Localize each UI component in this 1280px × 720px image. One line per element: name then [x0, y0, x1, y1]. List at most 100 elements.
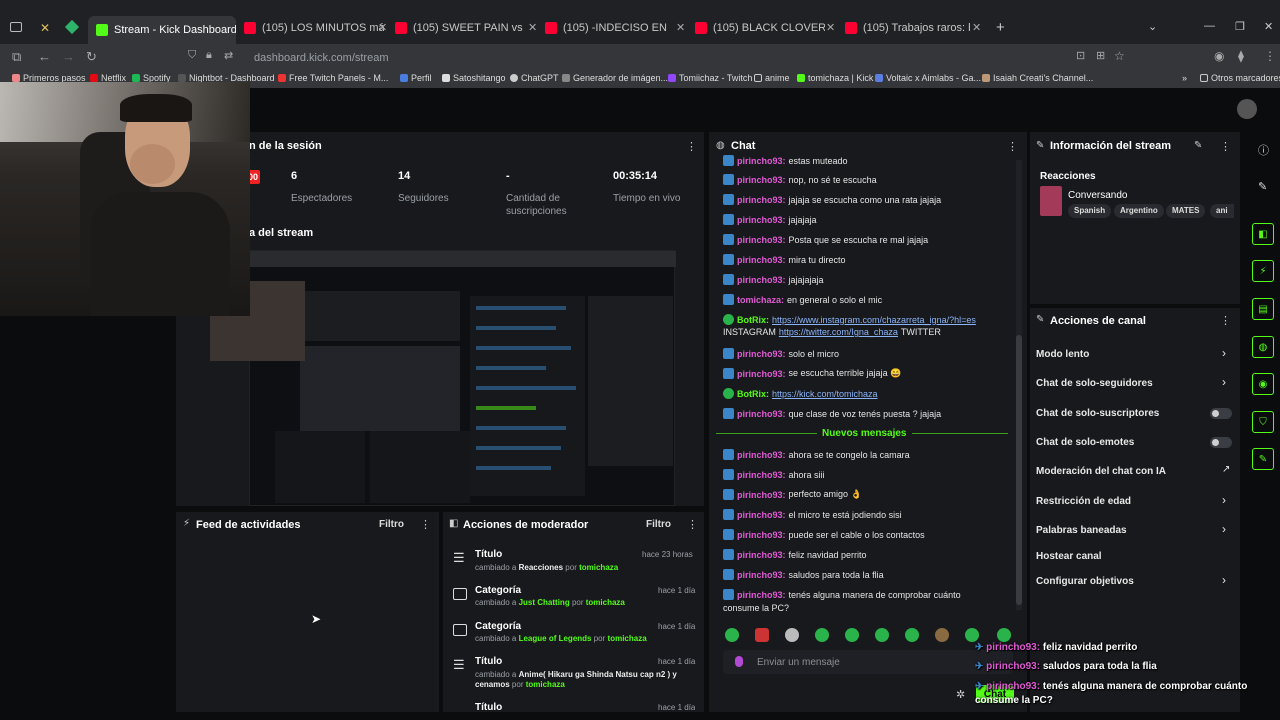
bookmark-item[interactable]: Isaiah Creati's Channel...: [982, 73, 1093, 83]
chat-username[interactable]: pirincho93:: [737, 490, 786, 500]
minimize-icon[interactable]: —: [1204, 20, 1215, 32]
chat-username[interactable]: pirincho93:: [737, 369, 786, 379]
tab-stream-kick[interactable]: Stream - Kick Dashboard ✕: [88, 16, 236, 44]
menu-dots-icon[interactable]: ⋮: [1264, 49, 1276, 63]
chat-icon[interactable]: ◍: [1252, 336, 1274, 358]
window-menu-icon[interactable]: [10, 22, 22, 32]
tag[interactable]: MATES: [1166, 204, 1206, 218]
chat-username[interactable]: pirincho93:: [737, 470, 786, 480]
more-options-icon[interactable]: ⋮: [687, 518, 698, 531]
tag[interactable]: Spanish: [1068, 204, 1112, 218]
chat-link[interactable]: https://twitter.com/Igna_chaza: [779, 327, 898, 337]
emote-icon[interactable]: [755, 628, 769, 642]
info-icon[interactable]: ⓘ: [1258, 142, 1269, 158]
action-subscribers-only[interactable]: Chat de solo-suscriptores: [1036, 408, 1159, 419]
bookmark-star-icon[interactable]: ☆: [1114, 49, 1125, 63]
emote-icon[interactable]: [997, 628, 1011, 642]
close-icon[interactable]: ✕: [972, 21, 981, 34]
more-options-icon[interactable]: ⋮: [1220, 140, 1231, 153]
screen-icon[interactable]: ◧: [1252, 223, 1274, 245]
external-link-icon[interactable]: ↗: [1222, 464, 1230, 475]
chat-link[interactable]: https://kick.com/tomichaza: [772, 389, 878, 399]
chevron-right-icon[interactable]: ›: [1222, 346, 1226, 360]
close-icon[interactable]: ✕: [378, 21, 387, 34]
chat-username[interactable]: pirincho93:: [737, 510, 786, 520]
tab-youtube-4[interactable]: (105) BLACK CLOVER S2 | Trailer: [695, 16, 825, 40]
emote-icon[interactable]: [845, 628, 859, 642]
chevron-right-icon[interactable]: ›: [1222, 375, 1226, 389]
stream-preview[interactable]: [210, 250, 676, 506]
more-options-icon[interactable]: ⋮: [1007, 140, 1018, 153]
chat-username[interactable]: pirincho93:: [737, 409, 786, 419]
chat-username[interactable]: pirincho93:: [737, 530, 786, 540]
document-icon[interactable]: ▤: [1252, 298, 1274, 320]
chat-username[interactable]: tomichaza:: [737, 295, 784, 305]
avatar[interactable]: [1237, 99, 1257, 119]
action-configure-goals[interactable]: Configurar objetivos: [1036, 576, 1134, 587]
action-emotes-only[interactable]: Chat de solo-emotes: [1036, 437, 1134, 448]
bookmark-item[interactable]: Satoshitango: [442, 73, 506, 83]
url-field[interactable]: dashboard.kick.com/stream: [254, 48, 954, 68]
bookmark-item[interactable]: Free Twitch Panels - M...: [278, 73, 388, 83]
shield-icon[interactable]: ⛉: [1252, 411, 1274, 433]
emote-icon[interactable]: [785, 628, 799, 642]
chat-input[interactable]: Enviar un mensaje: [723, 650, 1013, 674]
action-slow-mode[interactable]: Modo lento: [1036, 349, 1089, 360]
kick-ext-icon[interactable]: [64, 19, 80, 35]
reload-icon[interactable]: ↻: [86, 49, 97, 65]
activity-filter-button[interactable]: Filtro: [379, 519, 404, 530]
bookmark-item[interactable]: ChatGPT: [510, 73, 559, 83]
action-banned-words[interactable]: Palabras baneadas: [1036, 525, 1127, 536]
lock-icon[interactable]: 🔒︎: [206, 49, 212, 62]
bookmarks-overflow-icon[interactable]: »: [1182, 73, 1187, 83]
tab-youtube-5[interactable]: (105) Trabajos raros: buzo de ag: [845, 16, 970, 40]
emoji-icon[interactable]: [735, 656, 743, 667]
chevron-right-icon[interactable]: ›: [1222, 522, 1226, 536]
chevron-right-icon[interactable]: ›: [1222, 493, 1226, 507]
screenshot-icon[interactable]: ⊡: [1076, 49, 1085, 62]
chat-username[interactable]: pirincho93:: [737, 235, 786, 245]
bookmark-item[interactable]: Tomiichaz - Twitch: [668, 73, 752, 83]
more-options-icon[interactable]: ⋮: [686, 140, 697, 153]
emote-icon[interactable]: [935, 628, 949, 642]
chat-username[interactable]: pirincho93:: [737, 570, 786, 580]
action-ai-moderation[interactable]: Moderación del chat con IA: [1036, 466, 1166, 477]
tab-youtube-2[interactable]: (105) SWEET PAIN vs BELIC: [395, 16, 525, 40]
more-options-icon[interactable]: ⋮: [1220, 314, 1231, 327]
tab-youtube-3[interactable]: (105) -INDECISO EN LA BARBEF: [545, 16, 670, 40]
chat-username[interactable]: BotRix:: [737, 389, 769, 399]
back-icon[interactable]: ←: [38, 49, 51, 64]
emote-icon[interactable]: [815, 628, 829, 642]
bookmark-item[interactable]: anime: [754, 73, 790, 83]
bookmark-item[interactable]: tomichaza | Kick: [797, 73, 873, 83]
profile-icon[interactable]: ◉: [1214, 49, 1224, 63]
emote-icon[interactable]: [875, 628, 889, 642]
emote-icon[interactable]: [965, 628, 979, 642]
shield-icon[interactable]: ⛉: [188, 49, 196, 62]
chat-username[interactable]: pirincho93:: [737, 550, 786, 560]
chat-username[interactable]: pirincho93:: [737, 255, 786, 265]
mod-filter-button[interactable]: Filtro: [646, 519, 671, 530]
tab-youtube-1[interactable]: (105) LOS MINUTOS más ADICT: [244, 16, 384, 40]
tag[interactable]: Argentino: [1114, 204, 1164, 218]
tab-search-chevron-icon[interactable]: ⌄: [1148, 20, 1157, 33]
bolt-icon[interactable]: ⚡︎: [1252, 260, 1274, 282]
chat-username[interactable]: pirincho93:: [737, 156, 786, 166]
bookmark-item[interactable]: Voltaic x Aimlabs - Ga...: [875, 73, 981, 83]
subscribers-only-toggle[interactable]: [1210, 408, 1232, 419]
forward-icon[interactable]: →: [62, 49, 75, 64]
emotes-only-toggle[interactable]: [1210, 437, 1232, 448]
extension-icon[interactable]: ✕: [40, 21, 50, 35]
chevron-right-icon[interactable]: ›: [1222, 573, 1226, 587]
action-followers-only[interactable]: Chat de solo-seguidores: [1036, 378, 1153, 389]
close-icon[interactable]: ✕: [676, 21, 685, 34]
chat-username[interactable]: pirincho93:: [737, 275, 786, 285]
site-settings-icon[interactable]: ⇄: [224, 49, 233, 62]
emote-icon[interactable]: [905, 628, 919, 642]
chat-link[interactable]: https://www.instagram.com/chazarreta_ign…: [772, 315, 976, 325]
new-tab-icon[interactable]: +: [996, 19, 1005, 36]
chat-username[interactable]: BotRix:: [737, 315, 769, 325]
chat-username[interactable]: pirincho93:: [737, 349, 786, 359]
chat-username[interactable]: pirincho93:: [737, 590, 786, 600]
chat-settings-icon[interactable]: ✲: [956, 688, 965, 701]
